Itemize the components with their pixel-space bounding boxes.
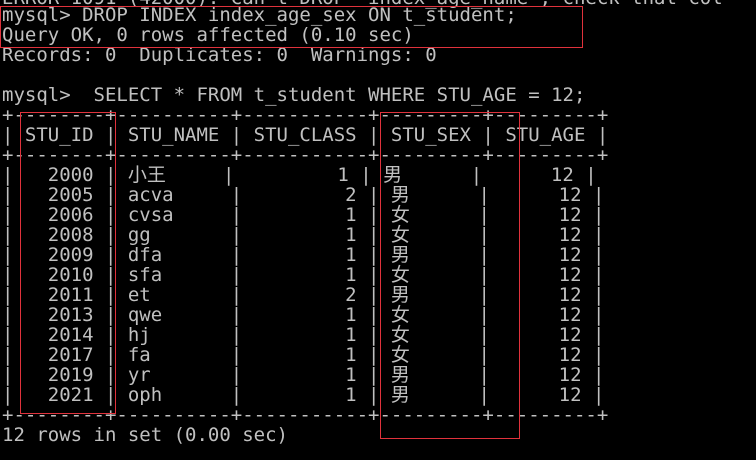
table-row: | 2008 | gg | 1 | 女 | 12 | [2,224,605,246]
drop-index-command: mysql> DROP INDEX index_age_sex ON t_stu… [2,4,517,26]
table-border-header: +--------+----------+-----------+-------… [2,144,609,166]
table-row: | 2013 | qwe | 1 | 女 | 12 | [2,304,605,326]
table-border-top: +--------+----------+-----------+-------… [2,104,609,126]
table-row: | 2005 | acva | 2 | 男 | 12 | [2,184,605,206]
table-row: | 2019 | yr | 1 | 男 | 12 | [2,364,605,386]
terminal-window[interactable]: ERROR 1091 (42000): Can't DROP 'index_ag… [0,0,756,460]
table-row: | 2000 | 小王 | 1 | 男 | 12 | [2,164,597,186]
select-command: mysql> SELECT * FROM t_student WHERE STU… [2,84,586,106]
table-border-bottom: +--------+----------+-----------+-------… [2,404,609,426]
result-summary: 12 rows in set (0.00 sec) [2,424,288,446]
table-row: | 2014 | hj | 1 | 女 | 12 | [2,324,605,346]
drop-index-records: Records: 0 Duplicates: 0 Warnings: 0 [2,44,437,66]
table-row: | 2021 | oph | 1 | 男 | 12 | [2,384,605,406]
table-row: | 2011 | et | 2 | 男 | 12 | [2,284,605,306]
table-row: | 2006 | cvsa | 1 | 女 | 12 | [2,204,605,226]
table-row: | 2017 | fa | 1 | 女 | 12 | [2,344,605,366]
table-row: | 2010 | sfa | 1 | 女 | 12 | [2,264,605,286]
drop-index-result: Query OK, 0 rows affected (0.10 sec) [2,24,414,46]
table-row: | 2009 | dfa | 1 | 男 | 12 | [2,244,605,266]
table-header: | STU_ID | STU_NAME | STU_CLASS | STU_SE… [2,124,609,146]
